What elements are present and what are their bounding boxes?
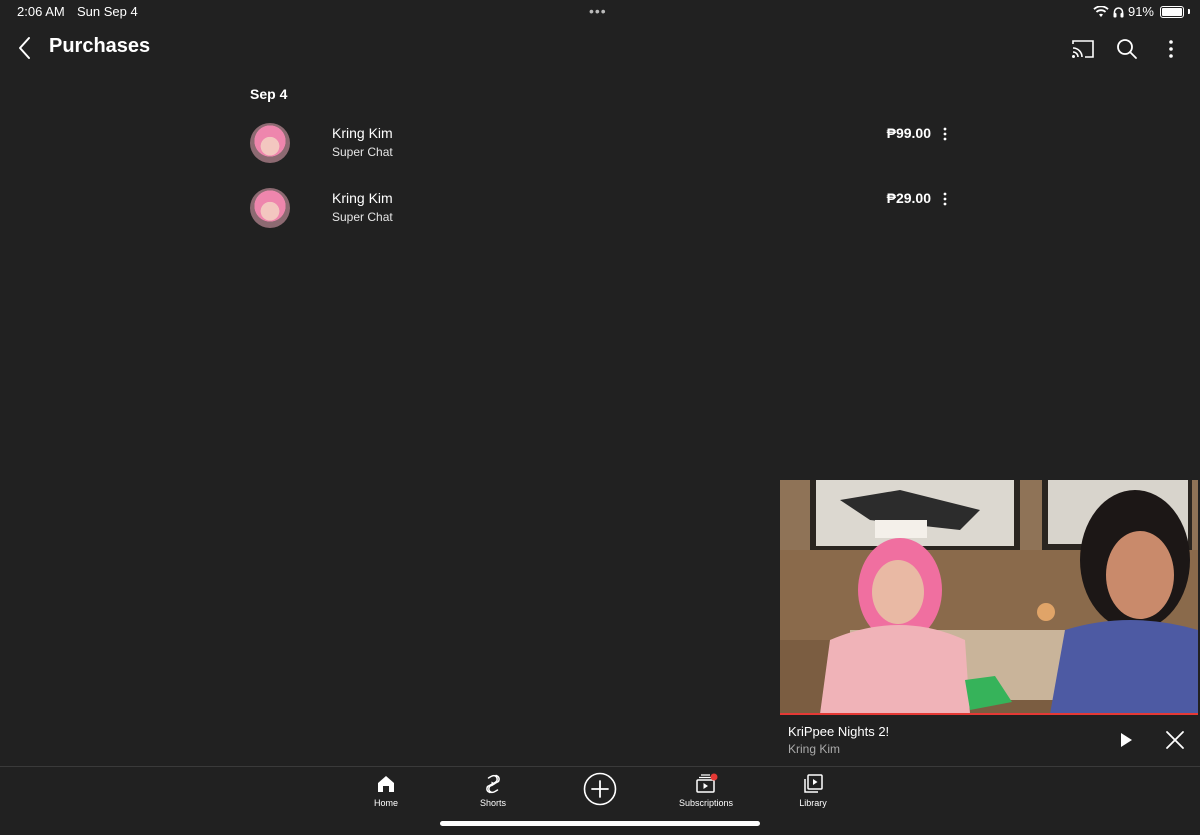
purchase-type: Super Chat	[332, 145, 393, 159]
page-title: Purchases	[49, 35, 151, 57]
nav-item-shorts[interactable]: Shorts	[448, 773, 538, 808]
mini-player-title[interactable]: KriPpee Nights 2!	[788, 724, 889, 739]
purchase-channel-name: Kring Kim	[332, 190, 393, 206]
date-heading: Sep 4	[250, 86, 288, 102]
purchase-price: ₱99.00	[886, 125, 931, 141]
purchase-row[interactable]: Kring Kim Super Chat ₱29.00	[250, 188, 960, 238]
search-icon	[1117, 39, 1137, 59]
play-icon	[1121, 733, 1132, 747]
play-button[interactable]	[1116, 730, 1136, 750]
search-button[interactable]	[1114, 36, 1140, 62]
nav-label: Home	[373, 798, 398, 808]
shorts-icon	[486, 774, 500, 794]
status-time: 2:06 AM	[17, 4, 65, 19]
status-indicators: 91%	[1093, 4, 1190, 19]
headphones-icon	[1113, 6, 1124, 17]
home-icon	[378, 776, 394, 792]
mini-player-channel[interactable]: Kring Kim	[788, 742, 840, 756]
purchase-price: ₱29.00	[886, 190, 931, 206]
top-app-bar: Purchases	[0, 24, 1200, 74]
status-date: Sun Sep 4	[77, 4, 138, 19]
nav-label: Shorts	[479, 798, 506, 808]
battery-tip	[1188, 9, 1190, 14]
close-icon	[1166, 731, 1184, 749]
more-vert-icon	[943, 192, 947, 206]
mini-player[interactable]: KriPpee Nights 2! Kring Kim	[780, 480, 1200, 765]
close-button[interactable]	[1165, 730, 1185, 750]
back-button[interactable]	[14, 34, 36, 62]
battery-percent: 91%	[1127, 4, 1154, 19]
more-vert-icon	[1169, 40, 1173, 58]
battery-icon	[1160, 5, 1184, 18]
avatar[interactable]	[250, 188, 290, 228]
video-progress-bar[interactable]	[780, 713, 1198, 715]
wifi-icon	[1093, 5, 1109, 17]
cast-icon	[1072, 40, 1094, 58]
subscriptions-icon	[696, 773, 718, 793]
purchase-channel-name: Kring Kim	[332, 125, 393, 141]
create-plus-icon	[583, 772, 617, 806]
nav-item-subscriptions[interactable]: Subscriptions	[661, 773, 751, 808]
more-vert-icon	[943, 127, 947, 141]
status-bar: 2:06 AM Sun Sep 4 ••• 91%	[0, 0, 1200, 24]
purchase-row[interactable]: Kring Kim Super Chat ₱99.00	[250, 123, 960, 173]
row-more-button[interactable]	[940, 125, 950, 143]
nav-label: Subscriptions	[678, 798, 734, 808]
video-thumbnail[interactable]	[780, 480, 1198, 714]
nav-label: Library	[799, 798, 827, 808]
avatar[interactable]	[250, 123, 290, 163]
back-icon	[19, 37, 30, 59]
more-options-button[interactable]	[1158, 36, 1184, 62]
home-indicator[interactable]	[440, 821, 760, 826]
multitasking-dots-icon[interactable]: •••	[589, 3, 607, 19]
cast-button[interactable]	[1070, 36, 1096, 62]
video-frame	[780, 480, 1198, 714]
nav-item-home[interactable]: Home	[341, 773, 431, 808]
nav-item-library[interactable]: Library	[768, 773, 858, 808]
purchase-type: Super Chat	[332, 210, 393, 224]
library-icon	[804, 774, 823, 793]
row-more-button[interactable]	[940, 190, 950, 208]
create-button[interactable]	[555, 772, 645, 806]
